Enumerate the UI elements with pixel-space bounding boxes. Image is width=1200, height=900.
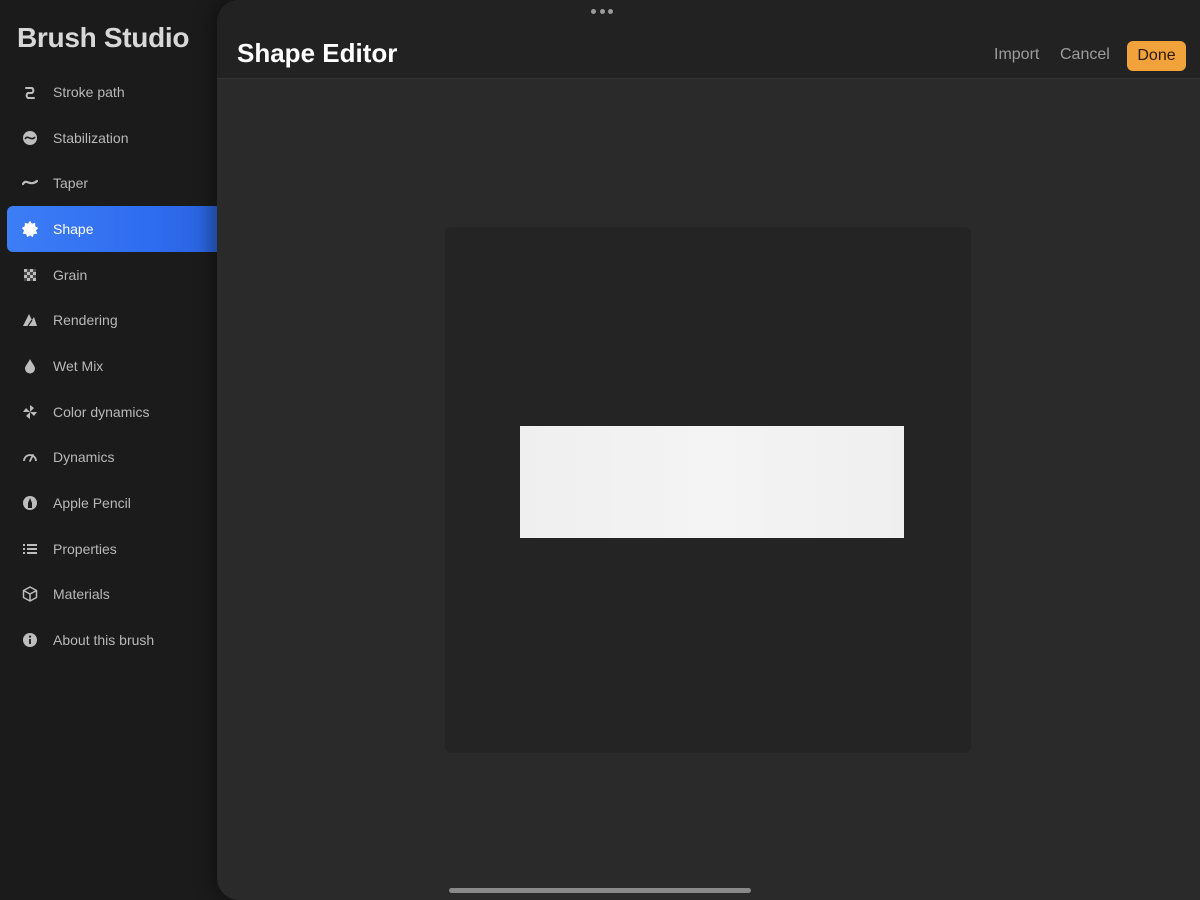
- sidebar-item-label: About this brush: [53, 632, 155, 649]
- sidebar-nav: Stroke path Stabilization Taper Shape Gr…: [7, 69, 217, 663]
- sidebar-item-label: Color dynamics: [53, 403, 150, 420]
- sidebar-item-label: Stabilization: [53, 129, 129, 146]
- stroke-path-icon: [21, 83, 39, 101]
- sidebar-item-stabilization[interactable]: Stabilization: [7, 115, 217, 161]
- apple-pencil-icon: [21, 494, 39, 512]
- editor-header: Shape Editor Import Cancel Done: [217, 0, 1200, 79]
- done-button[interactable]: Done: [1127, 41, 1186, 71]
- stabilization-icon: [21, 129, 39, 147]
- sidebar-item-label: Dynamics: [53, 449, 115, 466]
- sidebar-item-properties[interactable]: Properties: [7, 526, 217, 572]
- sidebar-item-label: Apple Pencil: [53, 495, 131, 512]
- sidebar-item-materials[interactable]: Materials: [7, 572, 217, 618]
- sidebar-item-color-dynamics[interactable]: Color dynamics: [7, 389, 217, 435]
- home-indicator[interactable]: [449, 888, 751, 893]
- sidebar: Brush Studio Stroke path Stabilization T…: [0, 0, 217, 900]
- sidebar-item-stroke-path[interactable]: Stroke path: [7, 69, 217, 115]
- shape-editor-sheet: Shape Editor Import Cancel Done: [217, 0, 1200, 900]
- sidebar-item-label: Shape: [53, 220, 94, 237]
- shape-preview: [520, 426, 904, 538]
- sidebar-item-label: Rendering: [53, 312, 118, 329]
- sidebar-item-label: Materials: [53, 586, 110, 603]
- sidebar-item-label: Taper: [53, 175, 89, 192]
- sidebar-item-shape[interactable]: Shape: [7, 206, 217, 252]
- sidebar-item-label: Wet Mix: [53, 357, 104, 374]
- shape-canvas[interactable]: [445, 227, 971, 753]
- sidebar-item-dynamics[interactable]: Dynamics: [7, 435, 217, 481]
- taper-icon: [21, 174, 39, 192]
- grain-icon: [21, 266, 39, 284]
- sidebar-item-about[interactable]: About this brush: [7, 617, 217, 663]
- shape-icon: [21, 220, 39, 238]
- more-options-icon[interactable]: [591, 8, 613, 14]
- sidebar-item-wet-mix[interactable]: Wet Mix: [7, 343, 217, 389]
- import-button[interactable]: Import: [994, 46, 1039, 64]
- sidebar-item-rendering[interactable]: Rendering: [7, 297, 217, 343]
- dynamics-icon: [21, 448, 39, 466]
- page-title: Shape Editor: [237, 38, 398, 68]
- sidebar-item-taper[interactable]: Taper: [7, 160, 217, 206]
- color-dynamics-icon: [21, 403, 39, 421]
- sidebar-item-label: Properties: [53, 540, 117, 557]
- sidebar-item-grain[interactable]: Grain: [7, 252, 217, 298]
- materials-icon: [21, 585, 39, 603]
- rendering-icon: [21, 311, 39, 329]
- sidebar-item-label: Grain: [53, 266, 88, 283]
- sidebar-item-label: Stroke path: [53, 83, 125, 100]
- cancel-button[interactable]: Cancel: [1060, 46, 1110, 64]
- sidebar-item-apple-pencil[interactable]: Apple Pencil: [7, 480, 217, 526]
- wet-mix-icon: [21, 357, 39, 375]
- app-title: Brush Studio: [17, 22, 190, 53]
- properties-icon: [21, 540, 39, 558]
- info-icon: [21, 631, 39, 649]
